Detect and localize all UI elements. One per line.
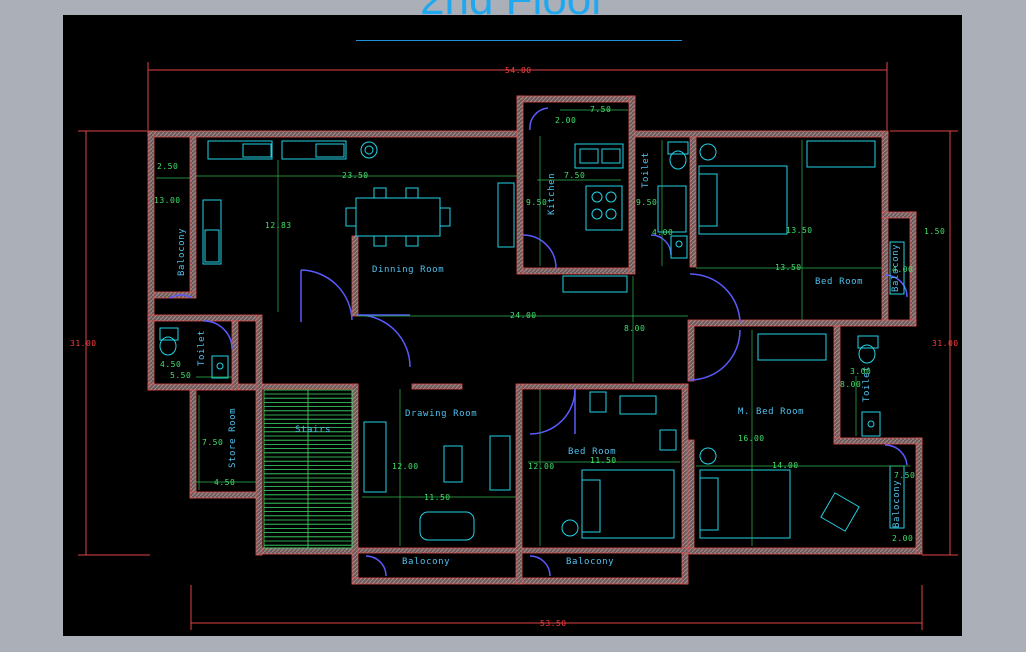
label-toilet-top: Toilet [641, 152, 651, 188]
label-kitchen: Kitchen [547, 173, 557, 215]
stairs [263, 389, 353, 549]
dim-drawing-height: 12.00 [392, 462, 419, 471]
dim-overall-top: 54.00 [505, 66, 532, 75]
dim-dinning-width: 23.50 [342, 171, 369, 180]
dim-balcony-width: 2.50 [157, 162, 178, 171]
dim-drawing-width: 11.50 [424, 493, 451, 502]
dim-bed-mid-width: 11.50 [590, 456, 617, 465]
dim-lobby-width: 24.00 [510, 311, 537, 320]
dim-balcony-height: 13.00 [154, 196, 181, 205]
dim-master-bed-height: 16.00 [738, 434, 765, 443]
doors [169, 107, 908, 577]
dim-toilet-width: 4.00 [652, 228, 673, 237]
dim-toilet-right-width: 3.00 [850, 367, 871, 376]
label-stairs: Stairs [295, 425, 331, 435]
label-balcony-bottom-1: Balocony [402, 557, 450, 567]
dim-overall-right: 31.00 [932, 339, 959, 348]
dim-store-height: 7.50 [202, 438, 223, 447]
dim-toilet-left-width: 5.50 [170, 371, 191, 380]
dimension-lines [156, 109, 910, 546]
dim-toilet-depth: 9.50 [636, 198, 657, 207]
dim-toilet-left-height: 4.50 [160, 360, 181, 369]
label-dinning-room: Dinning Room [372, 265, 444, 275]
dim-kitchen-depth: 9.50 [526, 198, 547, 207]
dim-overall-bottom: 53.50 [540, 619, 567, 628]
dim-overall-left: 31.00 [70, 339, 97, 348]
dim-bed-width: 13.50 [775, 263, 802, 272]
dim-balcony-br-width: 2.00 [892, 534, 913, 543]
label-balcony-br: Balocony [892, 480, 902, 528]
label-drawing-room: Drawing Room [405, 409, 477, 419]
dim-dinning-depth: 12.83 [265, 221, 292, 230]
dim-balcony-br-height: 7.50 [894, 471, 915, 480]
dim-bed-depth: 13.50 [786, 226, 813, 235]
label-bed-room-right: Bed Room [815, 277, 863, 287]
dim-balcony-right-width: 1.50 [924, 227, 945, 236]
dim-toilet-right-height: 8.00 [840, 380, 861, 389]
label-master-bed-room: M. Bed Room [738, 407, 804, 417]
label-balcony-bottom-2: Balocony [566, 557, 614, 567]
dim-lobby-depth: 8.00 [624, 324, 645, 333]
dim-kitchen-inner: 7.50 [564, 171, 585, 180]
label-store-room: Store Room [228, 408, 238, 468]
dim-master-bed-width: 14.00 [772, 461, 799, 470]
dim-kitchen-width: 7.50 [590, 105, 611, 114]
dim-balcony-right-height: 4.00 [892, 265, 913, 274]
floor-plan: Dinning Room Kitchen Toilet Bed Room Bal… [70, 62, 959, 630]
label-balcony-left: Balocony [177, 228, 187, 276]
dim-kitchen-door: 2.00 [555, 116, 576, 125]
dim-bed-mid-height: 12.00 [528, 462, 555, 471]
dim-store-width: 4.50 [214, 478, 235, 487]
label-toilet-left: Toilet [197, 330, 207, 366]
